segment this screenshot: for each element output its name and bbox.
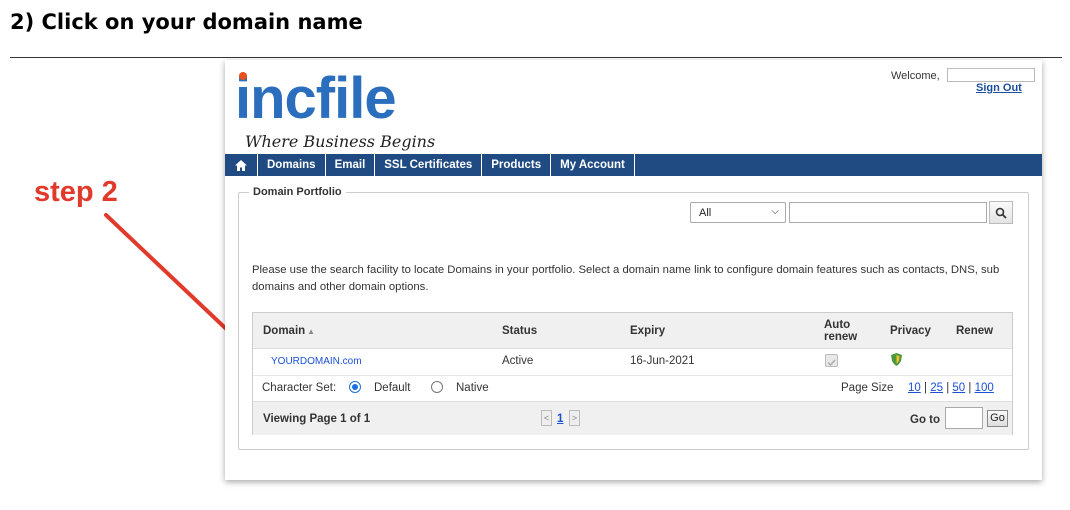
nav-email[interactable]: Email — [326, 154, 376, 176]
charset-default-radio[interactable] — [349, 381, 361, 393]
page-size-label: Page Size — [841, 382, 894, 394]
viewing-page-text: Viewing Page 1 of 1 — [263, 413, 371, 425]
page-size-sep: | — [946, 382, 950, 394]
col-privacy-header: Privacy — [890, 325, 931, 337]
charset-native-label: Native — [456, 382, 489, 394]
filter-select[interactable]: All ⌵ — [690, 202, 786, 223]
charset-label: Character Set: — [262, 382, 337, 394]
page-size-25[interactable]: 25 — [930, 382, 943, 394]
check-icon — [827, 359, 836, 367]
incfile-window: incfile Where Business Begins Welcome, S… — [225, 60, 1042, 480]
next-page-button[interactable]: > — [569, 410, 580, 426]
charset-native-radio[interactable] — [431, 381, 443, 393]
domain-status: Active — [502, 355, 534, 367]
col-auto-renew-header: Auto renew — [824, 319, 858, 343]
domain-portfolio-panel: Domain Portfolio All ⌵ Please use the se… — [238, 186, 1029, 450]
prev-page-button[interactable]: < — [541, 410, 552, 426]
domain-table: Domain ▲ Status Expiry Auto renew Privacy… — [252, 312, 1013, 435]
search-button[interactable] — [989, 201, 1013, 224]
page-size-50[interactable]: 50 — [952, 382, 965, 394]
logo-dot — [239, 72, 247, 80]
sign-out-link[interactable]: Sign Out — [976, 82, 1022, 94]
page-size-options: 10 | 25 | 50 | 100 — [908, 382, 994, 394]
nav-domains[interactable]: Domains — [258, 154, 326, 176]
search-input[interactable] — [789, 202, 987, 223]
auto-renew-checkbox[interactable] — [825, 354, 838, 367]
panel-legend: Domain Portfolio — [249, 186, 346, 198]
go-button[interactable]: Go — [987, 410, 1008, 427]
username-box — [947, 68, 1035, 82]
domain-expiry: 16-Jun-2021 — [630, 355, 695, 367]
filter-selected-value: All — [699, 206, 712, 219]
nav-home[interactable] — [225, 154, 258, 176]
shield-icon[interactable] — [891, 353, 902, 366]
pager-row: Viewing Page 1 of 1 < 1 > Go to Go — [253, 401, 1012, 435]
nav-my-account[interactable]: My Account — [551, 154, 635, 176]
search-icon — [995, 207, 1007, 219]
page-size-10[interactable]: 10 — [908, 382, 921, 394]
logo-tagline: Where Business Begins — [245, 132, 436, 151]
charset-row: Character Set: Default Native Page Size … — [253, 376, 1012, 400]
col-status-header: Status — [502, 325, 538, 337]
nav-products[interactable]: Products — [482, 154, 552, 176]
table-row: YOURDOMAIN.com Active 16-Jun-2021 — [253, 349, 1012, 376]
current-page-link[interactable]: 1 — [557, 413, 563, 425]
nav-ssl-certificates[interactable]: SSL Certificates — [375, 154, 483, 176]
home-icon — [235, 159, 247, 171]
incfile-logo: incfile Where Business Begins — [235, 66, 435, 156]
domain-name-link[interactable]: YOURDOMAIN.com — [271, 356, 362, 367]
page-size-100[interactable]: 100 — [975, 382, 994, 394]
col-domain-header[interactable]: Domain ▲ — [263, 325, 315, 337]
page-size-sep: | — [968, 382, 972, 394]
logo-wordmark: incfile — [235, 66, 397, 131]
col-domain-label: Domain — [263, 325, 306, 337]
col-expiry-header: Expiry — [630, 325, 666, 337]
welcome-text: Welcome, — [891, 70, 940, 82]
charset-default-label: Default — [374, 382, 411, 394]
sort-asc-icon: ▲ — [307, 327, 316, 336]
page-size-sep: | — [924, 382, 927, 394]
goto-page-input[interactable] — [945, 407, 983, 429]
main-nav: Domains Email SSL Certificates Products … — [225, 154, 1042, 176]
table-header: Domain ▲ Status Expiry Auto renew Privacy… — [253, 313, 1012, 349]
col-renew-header: Renew — [956, 325, 994, 337]
instructions-text: Please use the search facility to locate… — [252, 264, 1000, 293]
chevron-down-icon: ⌵ — [771, 206, 779, 217]
goto-label: Go to — [910, 414, 941, 426]
